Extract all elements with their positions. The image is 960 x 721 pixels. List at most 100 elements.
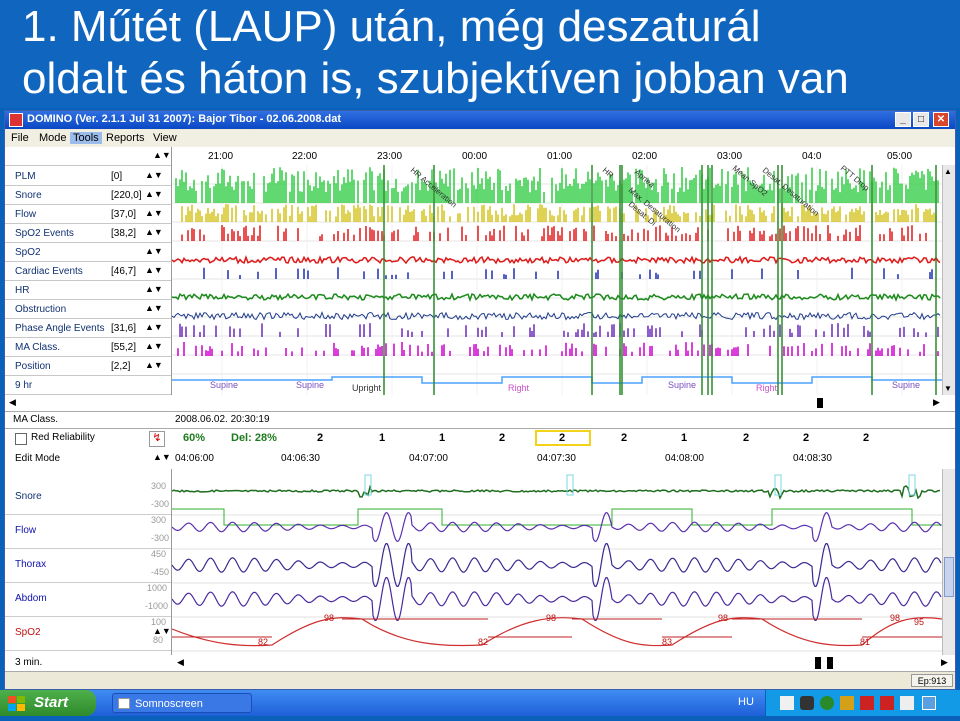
updown-arrows-icon[interactable]: ▲▼ (145, 265, 163, 275)
menu-mode[interactable]: Mode (39, 132, 67, 144)
time-tick: 03:00 (717, 151, 743, 162)
detail-channel-spo2[interactable]: SpO2 100 80 ▲▼ (5, 617, 171, 651)
menu-file[interactable]: File (11, 132, 29, 144)
window-titlebar[interactable]: DOMINO (Ver. 2.1.1 Jul 31 2007): Bajor T… (5, 111, 955, 129)
detail-channel-thorax[interactable]: Thorax 450 -450 (5, 549, 171, 583)
detail-spo2-trace (172, 617, 942, 647)
tray-app-icon[interactable] (780, 696, 794, 710)
epoch-value[interactable]: 2 (743, 432, 749, 444)
menu-view[interactable]: View (153, 132, 177, 144)
detail-time-tick: 04:08:30 (793, 453, 832, 464)
updown-arrows-icon[interactable]: ▲▼ (145, 170, 163, 180)
time-tick: 22:00 (292, 151, 318, 162)
detail-vertical-scrollbar[interactable] (942, 469, 955, 655)
scroll-left-icon[interactable]: ◀ (177, 657, 184, 668)
tray-security-icon[interactable] (860, 696, 874, 710)
spo2-value: 82 (258, 637, 268, 647)
spo2-value: 81 (860, 637, 870, 647)
edit-mode-label[interactable]: Edit Mode (15, 453, 60, 464)
overview-traces (172, 165, 942, 395)
updown-arrows-icon[interactable]: ▲▼ (153, 626, 171, 636)
updown-arrows-icon[interactable]: ▲▼ (145, 208, 163, 218)
channel-row-phase-angle-events[interactable]: Phase Angle Events [31,6] ▲▼ (5, 319, 171, 338)
taskbar-item-somnoscreen[interactable]: Somnoscreen (112, 693, 252, 713)
epoch-value[interactable]: 2 (317, 432, 323, 444)
channel-row-spo2[interactable]: SpO2 ▲▼ (5, 243, 171, 262)
channel-row-ma-class[interactable]: MA Class. [55,2] ▲▼ (5, 338, 171, 357)
updown-arrows-icon[interactable]: ▲▼ (145, 284, 163, 294)
tray-network-icon[interactable] (820, 696, 834, 710)
channel-value: [2,2] (111, 361, 131, 372)
detail-scroll-thumb-b[interactable] (827, 657, 833, 669)
epoch-value[interactable]: 2 (863, 432, 869, 444)
updown-arrows-icon[interactable]: ▲▼ (145, 246, 163, 256)
epoch-value[interactable]: 1 (681, 432, 687, 444)
channel-row-spo2-events[interactable]: SpO2 Events [38,2] ▲▼ (5, 224, 171, 243)
scale-bottom: -300 (151, 499, 170, 509)
channel-row-hr[interactable]: HR ▲▼ (5, 281, 171, 300)
updown-arrows-icon[interactable]: ▲▼ (145, 341, 163, 351)
epoch-value[interactable]: 2 (621, 432, 627, 444)
tray-app-icon[interactable] (900, 696, 914, 710)
channel-name: Obstruction (15, 304, 67, 315)
channel-row-cardiac-events[interactable]: Cardiac Events [46,7] ▲▼ (5, 262, 171, 281)
updown-arrows-icon[interactable]: ▲▼ (153, 452, 171, 462)
epoch-value[interactable]: 2 (803, 432, 809, 444)
detail-channel-abdom[interactable]: Abdom 1000 -1000 (5, 583, 171, 617)
updown-arrows-icon[interactable]: ▲▼ (145, 360, 163, 370)
updown-arrows-icon[interactable]: ▲▼ (145, 227, 163, 237)
position-label: Right (756, 383, 778, 393)
detail-horizontal-scrollbar[interactable]: 3 min. ◀ ▶ (5, 655, 955, 672)
language-indicator[interactable]: HU (738, 696, 754, 708)
tray-volume-icon[interactable] (840, 696, 854, 710)
detail-scroll-thumb[interactable] (944, 557, 954, 597)
start-button[interactable]: Start (0, 690, 96, 716)
detail-time-tick: 04:07:30 (537, 453, 576, 464)
scale-top: 450 (151, 549, 167, 559)
sort-arrows-icon[interactable]: ▲▼ (153, 150, 171, 160)
scroll-right-icon[interactable]: ▶ (941, 657, 948, 668)
overview-horizontal-scrollbar[interactable]: ◀ ▶ (5, 395, 955, 412)
spo2-value: 98 (718, 613, 728, 623)
scroll-up-icon[interactable]: ▲ (944, 167, 952, 176)
updown-arrows-icon[interactable]: ▲▼ (145, 322, 163, 332)
detail-channel-flow[interactable]: Flow 300 -300 (5, 515, 171, 549)
detail-signal-plot[interactable]: 98 82 98 82 98 83 98 81 95 (172, 469, 942, 655)
minimize-button[interactable]: _ (895, 112, 911, 127)
updown-arrows-icon[interactable]: ▲▼ (145, 189, 163, 199)
detail-channel-snore[interactable]: Snore 300 -300 (5, 481, 171, 515)
overview-vertical-scrollbar[interactable]: ▲ ▼ (942, 165, 955, 395)
epoch-value[interactable]: 1 (379, 432, 385, 444)
detail-flow-marker (172, 508, 942, 526)
menu-reports[interactable]: Reports (106, 132, 145, 144)
tray-app-icon[interactable] (800, 696, 814, 710)
tray-alert-icon[interactable] (880, 696, 894, 710)
detail-channel-name: Abdom (15, 593, 47, 604)
tray-app-icon[interactable] (922, 696, 936, 710)
channel-row-snore[interactable]: Snore [220,0] ▲▼ (5, 186, 171, 205)
position-labels: Supine Supine Upright Right Supine Right… (210, 380, 920, 393)
channel-row-obstruction[interactable]: Obstruction ▲▼ (5, 300, 171, 319)
channel-name: Position (15, 361, 51, 372)
close-button[interactable]: ✕ (933, 112, 949, 127)
overview-span-label: 9 hr (15, 380, 33, 391)
scale-top: 300 (151, 481, 167, 491)
scroll-left-icon[interactable]: ◀ (9, 397, 16, 408)
epoch-value[interactable]: 2 (499, 432, 505, 444)
scroll-down-icon[interactable]: ▼ (944, 384, 952, 393)
system-tray: HU (738, 690, 960, 716)
menu-tools[interactable]: Tools (70, 132, 102, 144)
heart-chart-icon[interactable]: ↯ (149, 431, 165, 447)
red-reliability-checkbox[interactable] (15, 433, 27, 445)
overview-signal-plot[interactable]: HR Acceleration HR Apnea Max. Desaturati… (172, 165, 942, 395)
maximize-button[interactable]: □ (913, 112, 929, 127)
detail-scroll-thumb-a[interactable] (815, 657, 821, 669)
epoch-value[interactable]: 1 (439, 432, 445, 444)
scroll-right-icon[interactable]: ▶ (933, 397, 940, 408)
updown-arrows-icon[interactable]: ▲▼ (145, 303, 163, 313)
channel-row-flow[interactable]: Flow [37,0] ▲▼ (5, 205, 171, 224)
channel-row-position[interactable]: Position [2,2] ▲▼ (5, 357, 171, 376)
overview-scroll-thumb[interactable] (817, 398, 823, 408)
epoch-value[interactable]: 2 (559, 432, 565, 444)
channel-row-plm[interactable]: PLM [0] ▲▼ (5, 167, 171, 186)
